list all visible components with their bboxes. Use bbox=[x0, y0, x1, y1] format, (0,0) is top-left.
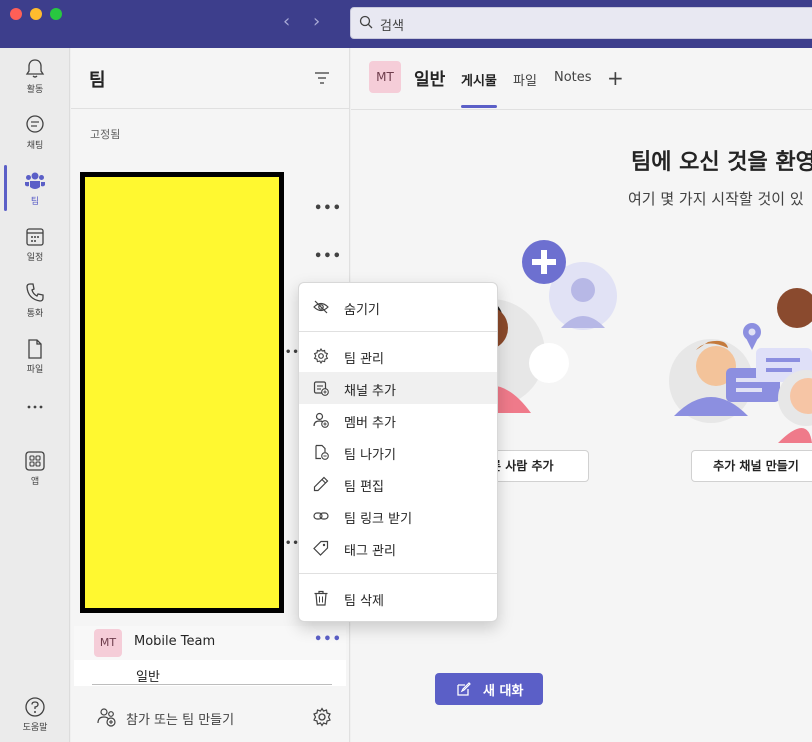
teams-icon bbox=[25, 172, 45, 189]
team-context-menu: 숨기기 팀 관리 채널 추가 멤버 추가 팀 나가기 팀 편집 팀 링크 받기 … bbox=[298, 282, 498, 622]
panel-divider bbox=[71, 108, 350, 109]
rail-label-calls: 통화 bbox=[26, 309, 44, 319]
chevron-left-icon[interactable]: ‹ bbox=[283, 12, 290, 32]
menu-separator bbox=[299, 331, 497, 332]
gear-icon[interactable] bbox=[312, 707, 332, 727]
rail-item-teams[interactable]: 팀 bbox=[0, 170, 70, 218]
chevron-right-icon[interactable]: › bbox=[313, 12, 320, 32]
active-tab-indicator bbox=[461, 105, 497, 108]
rail-item-chat[interactable]: 채팅 bbox=[0, 114, 70, 162]
menu-item-hide[interactable]: 숨기기 bbox=[299, 291, 497, 323]
help-icon bbox=[25, 697, 45, 717]
menu-label: 팀 나가기 bbox=[344, 448, 396, 463]
channel-header: MT 일반 게시물 파일 Notes + bbox=[351, 48, 812, 110]
pencil-icon bbox=[313, 476, 329, 492]
rail-item-apps[interactable]: 앱 bbox=[0, 450, 70, 498]
tab-files[interactable]: 파일 bbox=[513, 70, 537, 89]
rail-item-more[interactable] bbox=[0, 402, 70, 450]
search-input[interactable]: 검색 bbox=[350, 7, 812, 39]
apps-icon bbox=[25, 451, 45, 471]
rail-item-calendar[interactable]: 일정 bbox=[0, 226, 70, 274]
rail-item-calls[interactable]: 통화 bbox=[0, 282, 70, 330]
gear-icon bbox=[313, 348, 329, 364]
compose-icon bbox=[457, 682, 471, 696]
rail-label-calendar: 일정 bbox=[26, 253, 44, 263]
bell-icon bbox=[25, 59, 45, 78]
menu-label: 팀 관리 bbox=[344, 352, 385, 367]
app-rail: 활동 채팅 팀 일정 통화 파일 앱 도움말 bbox=[0, 48, 70, 742]
join-team-icon[interactable] bbox=[97, 707, 117, 727]
menu-label: 숨기기 bbox=[344, 303, 380, 318]
rail-label-help: 도움말 bbox=[22, 723, 48, 733]
team-avatar: MT bbox=[94, 629, 122, 657]
calendar-icon bbox=[26, 228, 44, 246]
pinned-section-label: 고정됨 bbox=[90, 128, 121, 141]
tab-posts[interactable]: 게시물 bbox=[461, 70, 497, 89]
menu-item-get-link[interactable]: 팀 링크 받기 bbox=[299, 500, 497, 532]
add-person-icon bbox=[313, 412, 329, 428]
menu-item-add-member[interactable]: 멤버 추가 bbox=[299, 404, 497, 436]
rail-label-chat: 채팅 bbox=[26, 141, 44, 151]
channel-avatar: MT bbox=[369, 61, 401, 93]
menu-label: 팀 삭제 bbox=[344, 594, 385, 609]
phone-icon bbox=[26, 283, 44, 302]
channel-row-general[interactable]: 일반 bbox=[74, 660, 346, 686]
panel-footer: 참가 또는 팀 만들기 bbox=[71, 696, 350, 742]
rail-item-activity[interactable]: 활동 bbox=[0, 58, 70, 106]
leave-icon bbox=[315, 444, 329, 460]
team-name: Mobile Team bbox=[134, 634, 216, 649]
menu-label: 태그 관리 bbox=[344, 544, 396, 559]
link-icon bbox=[313, 512, 329, 520]
add-tab-icon[interactable]: + bbox=[607, 66, 624, 90]
menu-separator bbox=[299, 573, 497, 574]
menu-item-manage-tags[interactable]: 태그 관리 bbox=[299, 532, 497, 564]
redacted-team-list bbox=[80, 172, 284, 613]
close-window-button[interactable] bbox=[10, 8, 22, 20]
new-conversation-button[interactable]: 새 대화 bbox=[435, 673, 543, 705]
welcome-subtitle: 여기 몇 가지 시작할 것이 있 bbox=[628, 190, 804, 208]
team-more-options-icon[interactable]: ••• bbox=[314, 249, 342, 264]
maximize-window-button[interactable] bbox=[50, 8, 62, 20]
join-or-create-team-link[interactable]: 참가 또는 팀 만들기 bbox=[126, 709, 234, 728]
search-icon bbox=[359, 15, 373, 29]
team-more-options-icon[interactable]: ••• bbox=[314, 201, 342, 216]
team-more-options-icon[interactable]: ••• bbox=[314, 632, 342, 647]
trash-icon bbox=[314, 590, 328, 606]
add-channel-illustration bbox=[669, 288, 812, 443]
welcome-title: 팀에 오신 것을 환영 bbox=[631, 150, 812, 175]
rail-item-files[interactable]: 파일 bbox=[0, 338, 70, 386]
add-channel-icon bbox=[313, 381, 329, 396]
menu-item-add-channel[interactable]: 채널 추가 bbox=[299, 372, 497, 404]
menu-item-leave-team[interactable]: 팀 나가기 bbox=[299, 436, 497, 468]
menu-item-manage-team[interactable]: 팀 관리 bbox=[299, 340, 497, 372]
chat-icon bbox=[26, 115, 44, 133]
menu-label: 팀 링크 받기 bbox=[344, 512, 413, 527]
rail-label-teams: 팀 bbox=[30, 197, 40, 207]
menu-item-delete-team[interactable]: 팀 삭제 bbox=[299, 582, 497, 614]
rail-label-apps: 앱 bbox=[30, 477, 40, 487]
file-icon bbox=[28, 339, 42, 359]
tab-notes[interactable]: Notes bbox=[554, 70, 592, 85]
team-row-mobile-team[interactable]: MT Mobile Team ••• bbox=[74, 626, 346, 660]
title-bar: ‹ › 검색 bbox=[0, 0, 812, 48]
add-channel-button[interactable]: 추가 채널 만들기 bbox=[691, 450, 812, 482]
menu-label: 팀 편집 bbox=[344, 480, 385, 495]
minimize-window-button[interactable] bbox=[30, 8, 42, 20]
rail-label-files: 파일 bbox=[26, 365, 44, 375]
rail-item-help[interactable]: 도움말 bbox=[0, 696, 70, 742]
menu-label: 채널 추가 bbox=[344, 384, 396, 399]
panel-title: 팀 bbox=[89, 70, 106, 91]
tag-icon bbox=[313, 540, 329, 556]
channel-title: 일반 bbox=[414, 70, 446, 90]
more-icon bbox=[27, 405, 43, 409]
menu-label: 멤버 추가 bbox=[344, 416, 396, 431]
new-conversation-label: 새 대화 bbox=[483, 684, 524, 699]
filter-icon[interactable] bbox=[314, 71, 330, 85]
eye-off-icon bbox=[313, 300, 329, 314]
channel-selection-line bbox=[92, 684, 332, 685]
channel-name: 일반 bbox=[136, 670, 160, 685]
search-placeholder: 검색 bbox=[380, 19, 404, 34]
menu-item-edit-team[interactable]: 팀 편집 bbox=[299, 468, 497, 500]
rail-label-activity: 활동 bbox=[26, 85, 44, 95]
